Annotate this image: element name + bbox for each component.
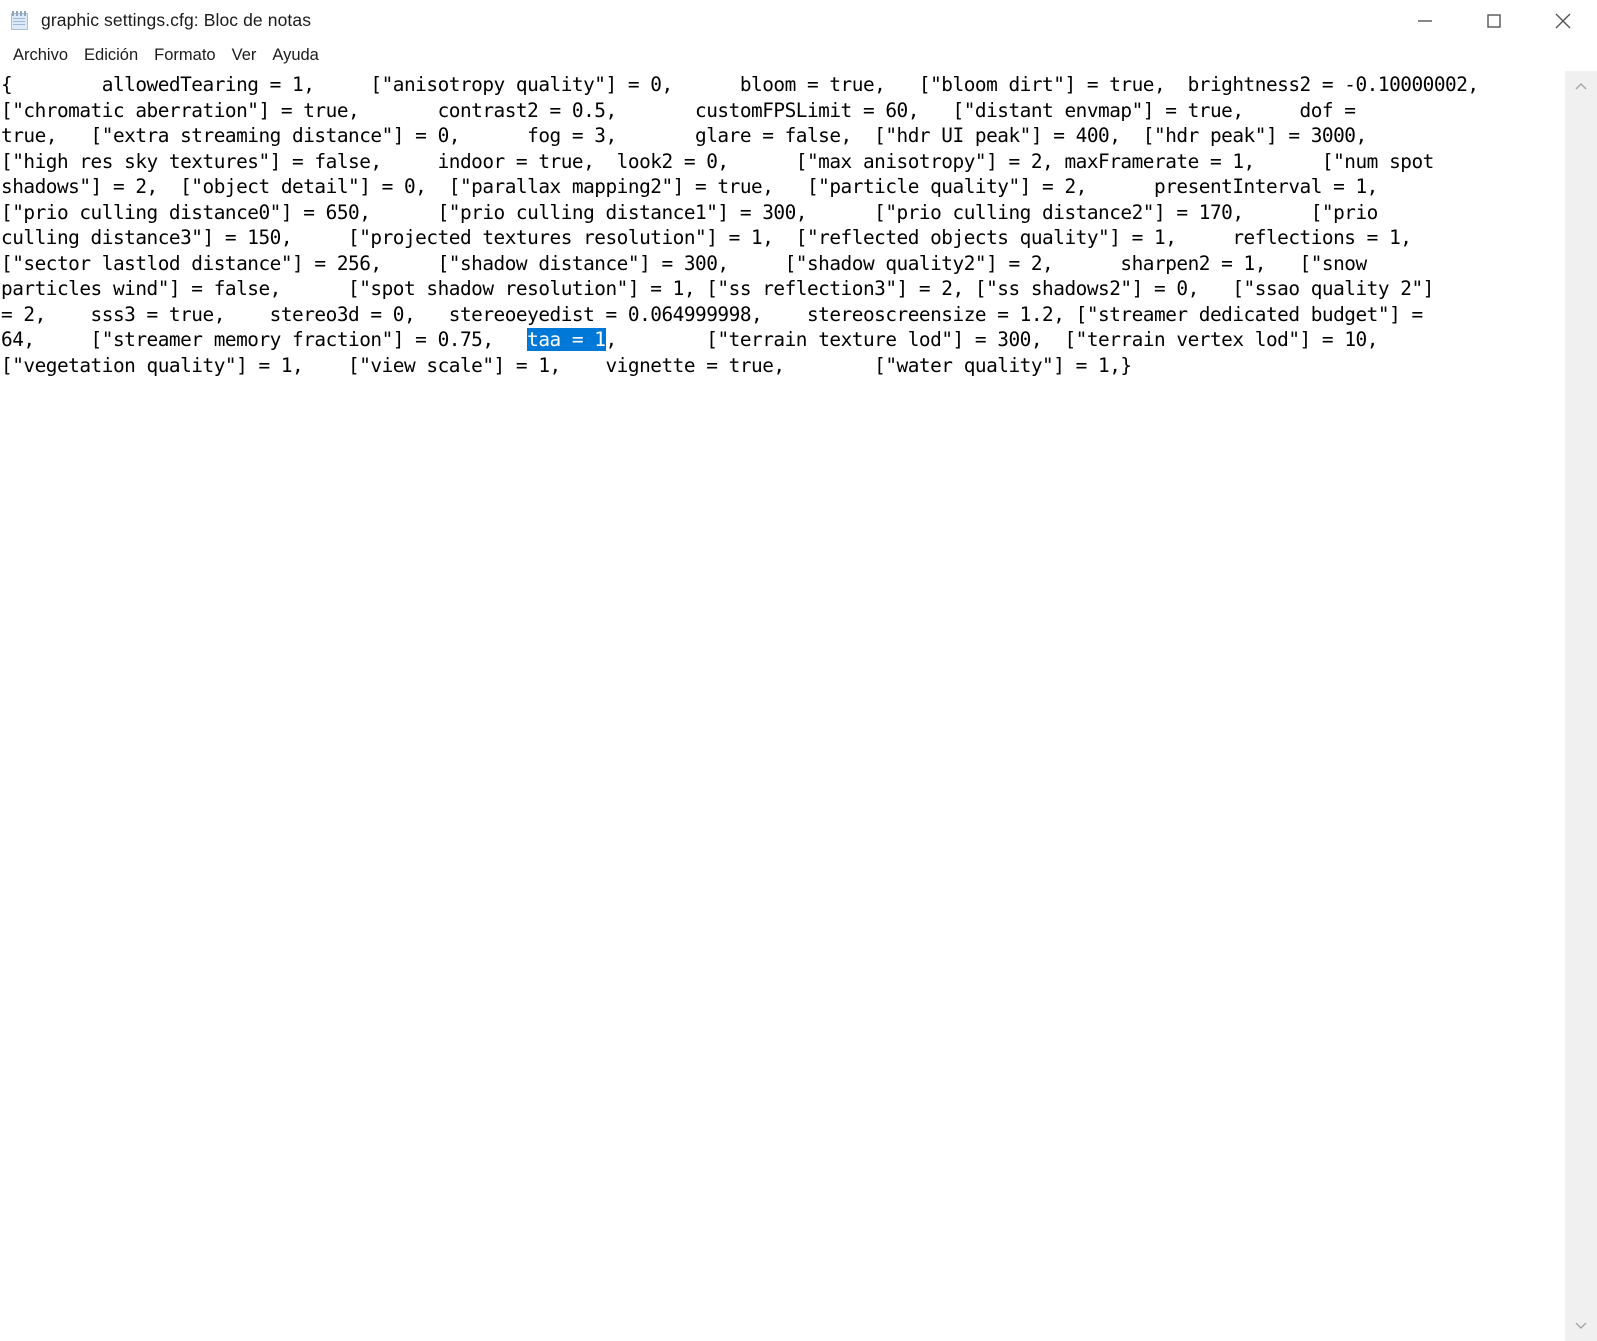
menu-item-formato[interactable]: Formato — [146, 44, 223, 67]
document-line: ["chromatic aberration"] = true, contras… — [1, 98, 1356, 122]
document-line: = 2, sss3 = true, stereo3d = 0, stereoey… — [1, 302, 1423, 326]
scroll-up-button[interactable] — [1565, 71, 1597, 103]
document-line: ["high res sky textures"] = false, indoo… — [1, 149, 1434, 173]
menu-item-edicion[interactable]: Edición — [76, 44, 146, 67]
scrollbar-track[interactable] — [1565, 103, 1597, 1309]
window-controls — [1390, 0, 1597, 41]
window-title: graphic settings.cfg: Bloc de notas — [41, 10, 312, 30]
document-line: { allowedTearing = 1, ["anisotropy quali… — [1, 73, 1479, 96]
document-text[interactable]: { allowedTearing = 1, ["anisotropy quali… — [0, 71, 1564, 378]
vertical-scrollbar[interactable] — [1564, 71, 1597, 1341]
notepad-icon — [9, 10, 31, 32]
chevron-up-icon — [1575, 83, 1587, 90]
close-icon — [1555, 13, 1570, 28]
document-line: shadows"] = 2, ["object detail"] = 0, ["… — [1, 175, 1378, 198]
menu-item-ver[interactable]: Ver — [224, 44, 265, 67]
title-bar[interactable]: graphic settings.cfg: Bloc de notas — [0, 0, 1597, 41]
document-line: culling distance3"] = 150, ["projected t… — [1, 226, 1412, 249]
text-selection[interactable]: taa = 1 — [527, 328, 606, 351]
document-line: ["sector lastlod distance"] = 256, ["sha… — [1, 251, 1367, 275]
chevron-down-icon — [1575, 1322, 1587, 1329]
minimize-button[interactable] — [1390, 0, 1459, 41]
menu-item-archivo[interactable]: Archivo — [5, 44, 76, 67]
maximize-icon — [1486, 13, 1501, 28]
editor-area: { allowedTearing = 1, ["anisotropy quali… — [0, 70, 1597, 1341]
maximize-button[interactable] — [1459, 0, 1528, 41]
document-line: ["prio culling distance0"] = 650, ["prio… — [1, 200, 1378, 224]
scroll-down-button[interactable] — [1565, 1309, 1597, 1341]
minimize-icon — [1417, 19, 1432, 22]
close-button[interactable] — [1528, 0, 1597, 41]
document-line: ["vegetation quality"] = 1, ["view scale… — [1, 353, 1132, 377]
notepad-window: graphic settings.cfg: Bloc de notas Arch… — [0, 0, 1597, 1341]
document-line: 64, ["streamer memory fraction"] = 0.75,… — [1, 328, 1378, 351]
menu-item-ayuda[interactable]: Ayuda — [264, 44, 327, 67]
document-line: true, ["extra streaming distance"] = 0, … — [1, 124, 1367, 147]
text-editor[interactable]: { allowedTearing = 1, ["anisotropy quali… — [0, 71, 1564, 1341]
title-bar-left: graphic settings.cfg: Bloc de notas — [0, 10, 311, 32]
document-line: particles wind"] = false, ["spot shadow … — [1, 277, 1434, 300]
menu-bar: Archivo Edición Formato Ver Ayuda — [0, 41, 1597, 70]
